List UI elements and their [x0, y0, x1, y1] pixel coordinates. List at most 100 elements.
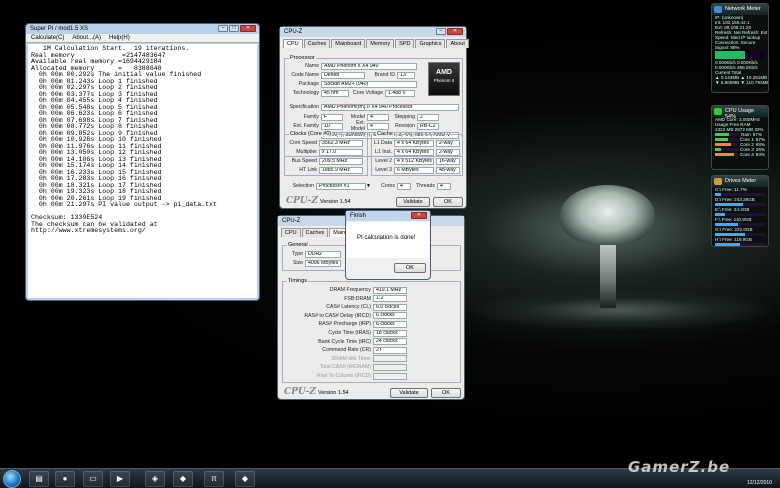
cache-group-label: Cache: [376, 131, 394, 137]
validate-button[interactable]: Validate: [396, 197, 430, 207]
type-value: DDR2: [305, 250, 341, 258]
close-button[interactable]: ✕: [240, 25, 256, 32]
multiplier-label: Multiplier: [296, 149, 317, 155]
l1d-way: 2-way: [436, 139, 460, 147]
tab-about[interactable]: About: [446, 39, 469, 48]
timing-row: CAS# Latency (CL) 6.0 clocks: [283, 303, 407, 311]
tab-spd[interactable]: SPD: [395, 39, 415, 48]
superpi-taskbar-icon[interactable]: π: [204, 471, 224, 487]
tab-memory[interactable]: Memory: [366, 39, 395, 48]
finish-ok-button[interactable]: OK: [394, 263, 426, 273]
tab-cpu[interactable]: CPU: [281, 228, 301, 237]
cpuz-title: CPU-Z: [284, 29, 303, 35]
timing-row: Command Rate (CR) 2T: [283, 346, 407, 354]
drive-icon: [714, 178, 722, 185]
superpi-title: Super PI / mod1.5 XS: [30, 26, 89, 32]
menu-about[interactable]: About...(A): [72, 35, 101, 41]
timing-value: 1:2: [373, 295, 407, 303]
menu-calculate[interactable]: Calculate(C): [31, 35, 64, 41]
tab-graphics[interactable]: Graphics: [415, 39, 446, 48]
cpuz-logo: CPU-Z: [286, 196, 318, 206]
menu-help[interactable]: Help(H): [109, 35, 130, 41]
validate-button[interactable]: Validate: [390, 388, 428, 398]
timing-row: Cycle Time (tRAS) 18 clocks: [283, 329, 407, 337]
finish-dialog[interactable]: Finish ✕ PI calculation is done! OK: [345, 210, 431, 280]
superpi-titlebar[interactable]: Super PI / mod1.5 XS – □ ✕: [26, 24, 259, 34]
name-label: Name: [305, 63, 319, 69]
close-button[interactable]: ✕: [447, 28, 463, 35]
timing-label: RAS# to CAS# Delay (tRCD): [304, 312, 371, 319]
ok-button[interactable]: OK: [433, 197, 463, 207]
timing-value: 18 clocks: [373, 329, 407, 337]
general-group-label: General: [287, 242, 309, 248]
network-total-down: ▼ 5.900MB ▼ 110.793MB: [715, 80, 768, 85]
cpu-usage-gadget[interactable]: CPU Usage 54% AMD Core: 3.000MHz Usage F…: [711, 105, 769, 170]
tab-caches[interactable]: Caches: [303, 39, 331, 48]
cpuz-taskbar-icon[interactable]: ◆: [173, 471, 193, 487]
finish-message-area: PI calculation is done!: [347, 222, 429, 258]
firefox-icon[interactable]: ●: [55, 471, 75, 487]
cache-group: Cache L1 Data 4 x 64 KBytes 2-way L1 Inst.…: [371, 131, 463, 176]
spec-value: AMD Phenom(tm) II X4 940 Processor: [321, 103, 459, 111]
superpi-output[interactable]: 1M Calculation Start. 19 iterations. Real…: [28, 44, 257, 298]
taskbar-clock[interactable]: 12/12/2010: [747, 480, 772, 486]
start-button[interactable]: [3, 470, 21, 488]
selection-label: Selection: [292, 183, 314, 189]
timing-value: 419.1 MHz: [373, 286, 407, 294]
ok-button[interactable]: OK: [431, 388, 461, 398]
multiplier-value: x 17.0: [319, 148, 363, 156]
timing-label: Total CAS# (tRDRAM): [319, 364, 371, 371]
cpu-core-list: Ram 57% Core 1 57% Core 2 68% Core 3 26% Core 48…: [712, 132, 768, 157]
type-label: Type: [291, 251, 303, 257]
selection-dropdown[interactable]: Processor #1: [316, 182, 366, 190]
package-value: Socket AM2+ (940): [321, 80, 417, 88]
drive-list: C:\ Free: 11.7% D:\ Free: 243.28GB E:\ Fre…: [712, 187, 768, 246]
maximize-button[interactable]: □: [229, 25, 239, 32]
timing-label: Cycle Time (tRAS): [328, 330, 371, 336]
close-button[interactable]: ✕: [411, 212, 427, 219]
network-graph: [715, 51, 765, 59]
corespeed-value: 3562.3 MHz: [319, 139, 363, 147]
gadget-app-icon[interactable]: ◈: [145, 471, 165, 487]
drive-usage-bar: [715, 193, 765, 196]
drives-meter-gadget[interactable]: Drives Meter C:\ Free: 11.7% D:\ Free: 24…: [711, 175, 769, 247]
wallpaper-mushroom-cloud: [560, 185, 655, 245]
l3-value: 6 MBytes: [394, 166, 434, 174]
timing-value: 6 clocks: [373, 320, 407, 328]
cpuz-taskbar-icon-2[interactable]: ◆: [235, 471, 255, 487]
explorer-icon[interactable]: ▤: [29, 471, 49, 487]
drive-line: G:\ Free: 222.0GB: [715, 227, 753, 232]
folder-icon[interactable]: ▭: [83, 471, 103, 487]
timing-label: Bank Cycle Time (tRC): [318, 338, 371, 345]
stepping-value: 2: [417, 113, 439, 121]
finish-titlebar[interactable]: Finish ✕: [346, 211, 430, 221]
family-value: F: [321, 113, 343, 121]
cpu-core-bar: [715, 148, 738, 151]
cpuz-cpu-window[interactable]: CPU-Z – ✕ CPU Caches Mainboard Memory SP…: [279, 26, 469, 209]
l2-label: Level 2: [375, 158, 392, 164]
network-meter-header: Network Meter: [712, 4, 768, 15]
finish-title: Finish: [350, 213, 367, 219]
minimize-button[interactable]: –: [218, 25, 228, 32]
media-icon[interactable]: ▶: [110, 471, 130, 487]
timing-row: Total CAS# (tRDRAM): [283, 363, 407, 371]
timing-row: RAS# to CAS# Delay (tRCD) 6 clocks: [283, 312, 407, 320]
timing-value: 24 clocks: [373, 338, 407, 346]
network-meter-gadget[interactable]: Network Meter IP: (unknown) Int: 192.168.…: [711, 3, 769, 93]
cpuz-titlebar[interactable]: CPU-Z – ✕: [280, 27, 466, 37]
corespeed-label: Core Speed: [289, 140, 317, 146]
minimize-button[interactable]: –: [436, 28, 446, 35]
tab-cpu[interactable]: CPU: [283, 39, 303, 48]
timings-group: Timings DRAM Frequency 419.1 MHz FSB:DRAM 1…: [282, 278, 461, 383]
logo-phenom-text: Phenom II: [433, 78, 455, 83]
cpuz-version: Version 1.54: [320, 199, 351, 205]
cpu-icon: [714, 108, 722, 115]
drive-line: C:\ Free: 11.7%: [715, 187, 747, 192]
voltage-value: 1.488 V: [385, 89, 415, 97]
tab-caches[interactable]: Caches: [301, 228, 329, 237]
superpi-window[interactable]: Super PI / mod1.5 XS – □ ✕ Calculate(C) …: [25, 23, 260, 301]
l1d-value: 4 x 64 KBytes: [394, 139, 434, 147]
extfamily-label: Ext. Family: [293, 123, 319, 129]
cpu-core-name: Core 4: [740, 152, 754, 157]
tab-mainboard[interactable]: Mainboard: [331, 39, 366, 48]
